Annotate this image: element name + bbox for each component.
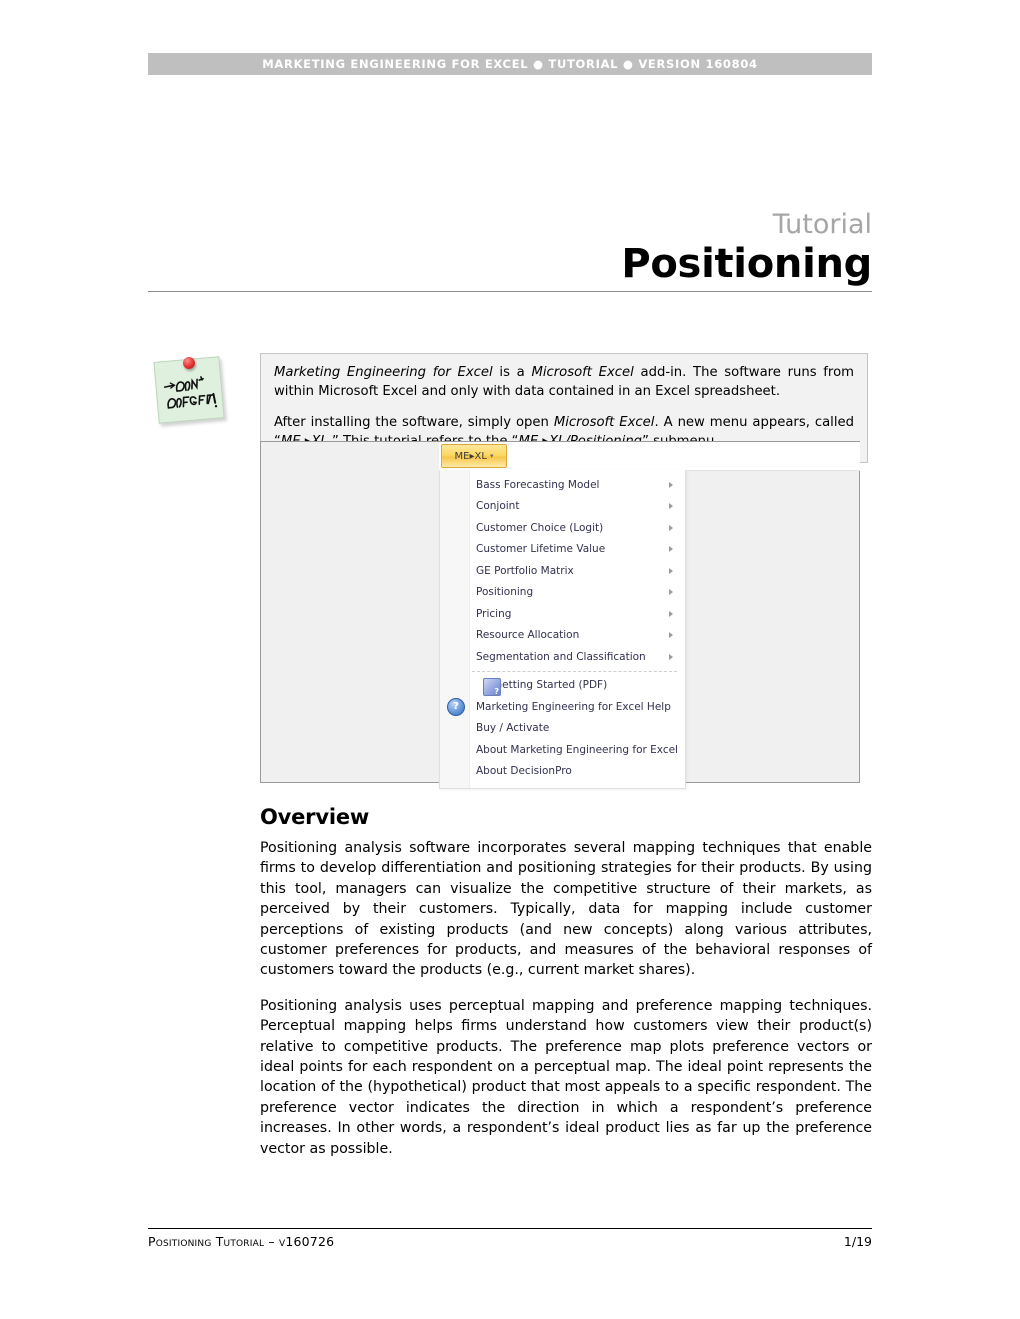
menu-item[interactable]: Positioning (440, 582, 685, 604)
menu-separator (472, 670, 677, 672)
pdf-book-icon (483, 678, 501, 696)
menu-item-label: Customer Lifetime Value (476, 543, 606, 556)
menu-item[interactable]: Pricing (440, 603, 685, 625)
overview-paragraph-1: Positioning analysis software incorporat… (260, 840, 872, 979)
menu-item-label: Positioning (476, 586, 534, 599)
me-xl-ribbon-button[interactable]: ME▸XL ▾ (441, 444, 507, 468)
document-page: MARKETING ENGINEERING FOR EXCEL ● TUTORI… (0, 0, 1020, 1319)
pushpin-icon (183, 357, 195, 369)
menu-item-label: Marketing Engineering for Excel Help (476, 700, 671, 713)
title-divider (148, 291, 872, 292)
menu-item[interactable]: ? Marketing Engineering for Excel Help (440, 696, 685, 718)
page-footer: Positioning Tutorial – v160726 1/19 (148, 1234, 872, 1249)
submenu-arrow-icon (669, 653, 673, 660)
dont-forget-sticky-note-icon (150, 353, 232, 429)
menu-item[interactable]: Conjoint (440, 496, 685, 518)
submenu-arrow-icon (669, 481, 673, 488)
running-header-bar: MARKETING ENGINEERING FOR EXCEL ● TUTORI… (148, 53, 872, 75)
menu-item-label: Buy / Activate (476, 722, 550, 735)
submenu-arrow-icon (669, 610, 673, 617)
menu-item[interactable]: Segmentation and Classification (440, 646, 685, 668)
menu-item[interactable]: About Marketing Engineering for Excel (440, 739, 685, 761)
footer-divider (148, 1228, 872, 1229)
me-xl-dropdown-menu: Bass Forecasting Model Conjoint Customer C… (439, 470, 686, 789)
menu-item-label: Customer Choice (Logit) (476, 521, 604, 534)
page-content: MARKETING ENGINEERING FOR EXCEL ● TUTORI… (148, 0, 872, 1319)
footer-page-number: 1/19 (843, 1234, 872, 1249)
menu-item-label: About Marketing Engineering for Excel (476, 743, 678, 756)
submenu-arrow-icon (669, 567, 673, 574)
menu-item-label: Pricing (476, 607, 512, 620)
menu-item[interactable]: Getting Started (PDF) (440, 675, 685, 696)
menu-item[interactable]: Customer Lifetime Value (440, 539, 685, 561)
title-block: Tutorial Positioning (148, 208, 872, 292)
overview-section: Overview Positioning analysis software i… (260, 805, 872, 1159)
submenu-arrow-icon (669, 632, 673, 639)
running-header-text: MARKETING ENGINEERING FOR EXCEL ● TUTORI… (262, 57, 758, 71)
chevron-down-icon: ▾ (489, 452, 494, 460)
menu-item-label: Resource Allocation (476, 629, 580, 642)
me-xl-button-label: ME▸XL (454, 450, 487, 462)
submenu-arrow-icon (669, 524, 673, 531)
menu-item[interactable]: GE Portfolio Matrix (440, 560, 685, 582)
menu-item-label: Conjoint (476, 500, 520, 513)
menu-item-label: Bass Forecasting Model (476, 478, 600, 491)
menu-item[interactable]: Resource Allocation (440, 625, 685, 647)
footer-document-title: Positioning Tutorial – v160726 (148, 1234, 335, 1249)
menu-item[interactable]: About DecisionPro (440, 761, 685, 783)
dont-forget-handwriting (163, 376, 218, 409)
menu-item[interactable]: Buy / Activate (440, 718, 685, 740)
menu-item-label: Segmentation and Classification (476, 650, 646, 663)
submenu-arrow-icon (669, 546, 673, 553)
menu-item-label: About DecisionPro (476, 765, 572, 778)
menu-item[interactable]: Bass Forecasting Model (440, 474, 685, 496)
callout-paragraph-1: Marketing Engineering for Excel is a Mic… (274, 365, 854, 399)
page-title: Positioning (621, 241, 872, 287)
help-question-icon: ? (447, 697, 465, 716)
overview-paragraph-2: Positioning analysis uses perceptual map… (260, 997, 872, 1157)
overview-heading: Overview (260, 805, 370, 829)
menu-item-label: GE Portfolio Matrix (476, 564, 574, 577)
submenu-arrow-icon (669, 589, 673, 596)
submenu-arrow-icon (669, 503, 673, 510)
menu-item-label: Getting Started (PDF) (494, 679, 608, 692)
menu-item[interactable]: Customer Choice (Logit) (440, 517, 685, 539)
excel-menu-screenshot: ME▸XL ▾ Bass Forecasting Model Conjoint Cu… (260, 441, 860, 789)
title-kicker: Tutorial (772, 209, 872, 240)
